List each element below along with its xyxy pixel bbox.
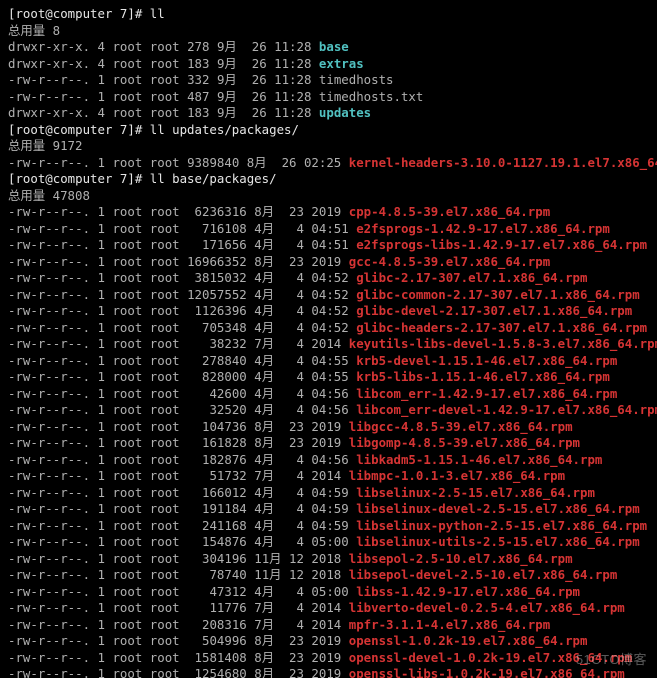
file-entry: extras	[319, 56, 364, 71]
ls-row: -rw-r--r--. 1 root root 154876 4月 4 05:0…	[8, 534, 649, 551]
file-entry: krb5-libs-1.15.1-46.el7.x86_64.rpm	[356, 369, 610, 384]
file-entry: libss-1.42.9-17.el7.x86_64.rpm	[356, 584, 580, 599]
shell-prompt: [root@computer 7]#	[8, 171, 150, 186]
file-entry: timedhosts.txt	[319, 89, 423, 104]
ls-row: -rw-r--r--. 1 root root 1581408 8月 23 20…	[8, 650, 649, 667]
file-entry: e2fsprogs-libs-1.42.9-17.el7.x86_64.rpm	[356, 237, 647, 252]
terminal-output[interactable]: [root@computer 7]# ll总用量 8drwxr-xr-x. 4 …	[0, 0, 657, 678]
typed-command: ll updates/packages/	[150, 122, 299, 137]
file-entry: base	[319, 39, 349, 54]
ls-row: drwxr-xr-x. 4 root root 183 9月 26 11:28 …	[8, 105, 649, 122]
file-entry: cpp-4.8.5-39.el7.x86_64.rpm	[349, 204, 550, 219]
file-entry: libmpc-1.0.1-3.el7.x86_64.rpm	[349, 468, 565, 483]
ls-row: -rw-r--r--. 1 root root 161828 8月 23 201…	[8, 435, 649, 452]
ls-row: -rw-r--r--. 1 root root 1126396 4月 4 04:…	[8, 303, 649, 320]
ls-row: -rw-r--r--. 1 root root 241168 4月 4 04:5…	[8, 518, 649, 535]
file-entry: libcom_err-devel-1.42.9-17.el7.x86_64.rp…	[356, 402, 657, 417]
file-entry: glibc-2.17-307.el7.1.x86_64.rpm	[356, 270, 587, 285]
ls-row: -rw-r--r--. 1 root root 332 9月 26 11:28 …	[8, 72, 649, 89]
ls-row: -rw-r--r--. 1 root root 3815032 4月 4 04:…	[8, 270, 649, 287]
ls-row: -rw-r--r--. 1 root root 191184 4月 4 04:5…	[8, 501, 649, 518]
file-entry: openssl-1.0.2k-19.el7.x86_64.rpm	[349, 633, 588, 648]
file-entry: updates	[319, 105, 371, 120]
file-entry: keyutils-libs-devel-1.5.8-3.el7.x86_64.r…	[349, 336, 657, 351]
ls-row: -rw-r--r--. 1 root root 11776 7月 4 2014 …	[8, 600, 649, 617]
file-entry: glibc-common-2.17-307.el7.1.x86_64.rpm	[356, 287, 639, 302]
shell-prompt: [root@computer 7]#	[8, 122, 150, 137]
file-entry: libselinux-python-2.5-15.el7.x86_64.rpm	[356, 518, 647, 533]
typed-command: ll base/packages/	[150, 171, 277, 186]
ls-row: -rw-r--r--. 1 root root 32520 4月 4 04:56…	[8, 402, 649, 419]
ls-row: -rw-r--r--. 1 root root 42600 4月 4 04:56…	[8, 386, 649, 403]
ls-row: -rw-r--r--. 1 root root 16966352 8月 23 2…	[8, 254, 649, 271]
ls-row: -rw-r--r--. 1 root root 38232 7月 4 2014 …	[8, 336, 649, 353]
file-entry: libkadm5-1.15.1-46.el7.x86_64.rpm	[356, 452, 602, 467]
total-line: 总用量 47808	[8, 188, 649, 205]
total-line: 总用量 9172	[8, 138, 649, 155]
ls-row: -rw-r--r--. 1 root root 705348 4月 4 04:5…	[8, 320, 649, 337]
file-entry: kernel-headers-3.10.0-1127.19.1.el7.x86_…	[349, 155, 657, 170]
typed-command: ll	[150, 6, 165, 21]
file-entry: timedhosts	[319, 72, 394, 87]
ls-row: -rw-r--r--. 1 root root 78740 11月 12 201…	[8, 567, 649, 584]
file-entry: libverto-devel-0.2.5-4.el7.x86_64.rpm	[349, 600, 625, 615]
shell-prompt: [root@computer 7]#	[8, 6, 150, 21]
ls-row: drwxr-xr-x. 4 root root 183 9月 26 11:28 …	[8, 56, 649, 73]
file-entry: krb5-devel-1.15.1-46.el7.x86_64.rpm	[356, 353, 617, 368]
ls-row: -rw-r--r--. 1 root root 304196 11月 12 20…	[8, 551, 649, 568]
ls-row: -rw-r--r--. 1 root root 51732 7月 4 2014 …	[8, 468, 649, 485]
total-line: 总用量 8	[8, 23, 649, 40]
ls-row: -rw-r--r--. 1 root root 171656 4月 4 04:5…	[8, 237, 649, 254]
file-entry: glibc-devel-2.17-307.el7.1.x86_64.rpm	[356, 303, 632, 318]
file-entry: gcc-4.8.5-39.el7.x86_64.rpm	[349, 254, 550, 269]
file-entry: libselinux-devel-2.5-15.el7.x86_64.rpm	[356, 501, 639, 516]
ls-row: -rw-r--r--. 1 root root 487 9月 26 11:28 …	[8, 89, 649, 106]
watermark: 51CTO博客	[576, 649, 647, 668]
ls-row: -rw-r--r--. 1 root root 166012 4月 4 04:5…	[8, 485, 649, 502]
file-entry: glibc-headers-2.17-307.el7.1.x86_64.rpm	[356, 320, 647, 335]
ls-row: -rw-r--r--. 1 root root 12057552 4月 4 04…	[8, 287, 649, 304]
file-entry: libcom_err-1.42.9-17.el7.x86_64.rpm	[356, 386, 617, 401]
file-entry: libselinux-2.5-15.el7.x86_64.rpm	[356, 485, 595, 500]
file-entry: libsepol-devel-2.5-10.el7.x86_64.rpm	[349, 567, 618, 582]
ls-row: -rw-r--r--. 1 root root 208316 7月 4 2014…	[8, 617, 649, 634]
ls-row: -rw-r--r--. 1 root root 1254680 8月 23 20…	[8, 666, 649, 678]
ls-row: -rw-r--r--. 1 root root 6236316 8月 23 20…	[8, 204, 649, 221]
ls-row: -rw-r--r--. 1 root root 504996 8月 23 201…	[8, 633, 649, 650]
ls-row: -rw-r--r--. 1 root root 716108 4月 4 04:5…	[8, 221, 649, 238]
ls-row: -rw-r--r--. 1 root root 104736 8月 23 201…	[8, 419, 649, 436]
ls-row: -rw-r--r--. 1 root root 828000 4月 4 04:5…	[8, 369, 649, 386]
ls-row: -rw-r--r--. 1 root root 9389840 8月 26 02…	[8, 155, 649, 172]
file-entry: libgomp-4.8.5-39.el7.x86_64.rpm	[349, 435, 580, 450]
file-entry: libgcc-4.8.5-39.el7.x86_64.rpm	[349, 419, 573, 434]
file-entry: mpfr-3.1.1-4.el7.x86_64.rpm	[349, 617, 550, 632]
ls-row: -rw-r--r--. 1 root root 47312 4月 4 05:00…	[8, 584, 649, 601]
ls-row: -rw-r--r--. 1 root root 182876 4月 4 04:5…	[8, 452, 649, 469]
file-entry: libselinux-utils-2.5-15.el7.x86_64.rpm	[356, 534, 639, 549]
file-entry: e2fsprogs-1.42.9-17.el7.x86_64.rpm	[356, 221, 610, 236]
ls-row: -rw-r--r--. 1 root root 278840 4月 4 04:5…	[8, 353, 649, 370]
ls-row: drwxr-xr-x. 4 root root 278 9月 26 11:28 …	[8, 39, 649, 56]
file-entry: libsepol-2.5-10.el7.x86_64.rpm	[349, 551, 573, 566]
